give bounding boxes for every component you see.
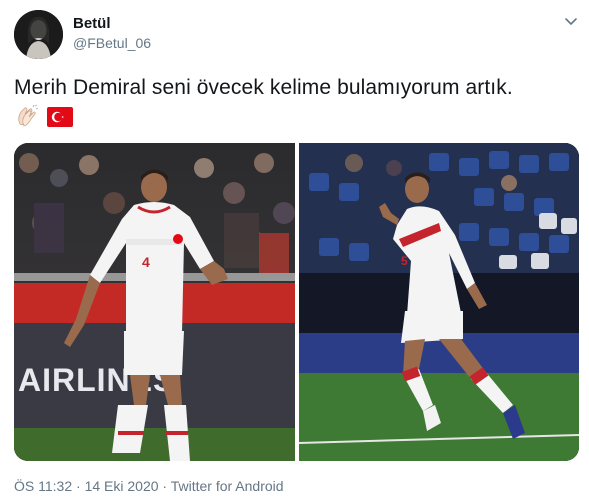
meta-separator: · bbox=[72, 478, 85, 494]
profile-photo-icon bbox=[14, 10, 63, 59]
jersey-number-right: 5 bbox=[401, 254, 408, 268]
tweet-source[interactable]: Twitter for Android bbox=[171, 478, 284, 494]
jersey-number-left: 4 bbox=[142, 254, 150, 270]
tweet-meta: ÖS 11:32 · 14 Eki 2020 · Twitter for And… bbox=[14, 478, 284, 494]
user-handle[interactable]: @FBetul_06 bbox=[73, 35, 151, 51]
photo-left[interactable]: AIRLINES 4 bbox=[14, 143, 295, 461]
tweet-time[interactable]: ÖS 11:32 bbox=[14, 478, 72, 494]
tweet-text: Merih Demiral seni övecek kelime bulamıy… bbox=[14, 76, 513, 99]
photo-right[interactable]: 5 bbox=[299, 143, 579, 461]
avatar[interactable] bbox=[14, 10, 63, 59]
clapping-hands-icon bbox=[14, 104, 40, 130]
meta-separator-2: · bbox=[158, 478, 171, 494]
tweet-date[interactable]: 14 Eki 2020 bbox=[85, 478, 159, 494]
user-name[interactable]: Betül bbox=[73, 15, 111, 32]
turkey-flag-icon bbox=[47, 107, 73, 127]
chevron-down-icon[interactable] bbox=[562, 12, 580, 30]
